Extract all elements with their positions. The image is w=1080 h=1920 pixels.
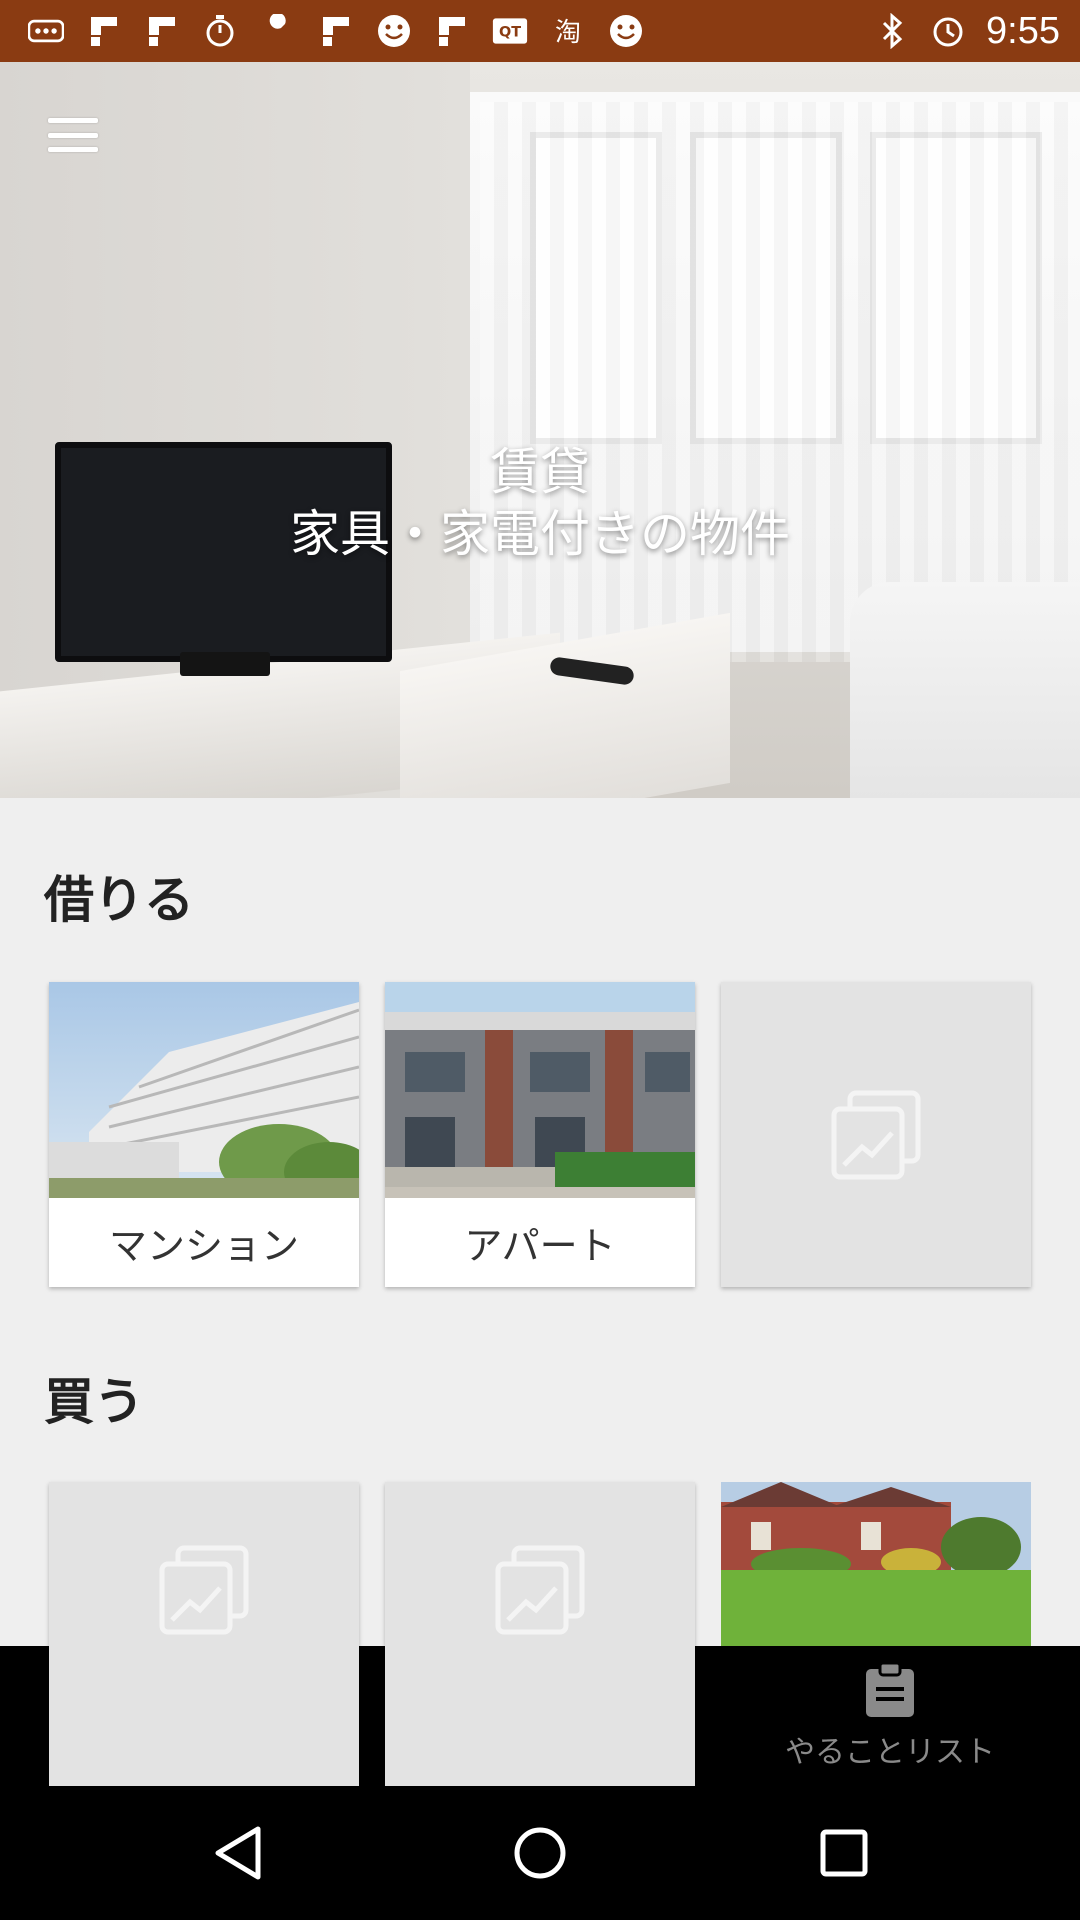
hero-title-line2: 家具・家電付きの物件 [290, 505, 790, 563]
hero-photo-curtain [480, 102, 1080, 662]
apartment-building-photo [49, 982, 359, 1202]
taobao-icon: 淘 [550, 13, 586, 49]
house-lawn-photo [721, 1482, 1031, 1646]
status-bar: QT 淘 9:55 [0, 0, 1080, 62]
recents-square-icon [820, 1829, 868, 1877]
hero-carousel[interactable]: 賃貸 家具・家電付きの物件 [0, 62, 1080, 798]
placeholder-image-icon [495, 1545, 585, 1635]
buy-card-house[interactable] [721, 1482, 1031, 1646]
flipboard-icon [86, 13, 122, 49]
qt-icon: QT [492, 13, 528, 49]
wrench-icon [260, 13, 296, 49]
rent-card-mansion[interactable]: マンション [49, 982, 359, 1287]
rent-card-apartment-label: アパート [464, 1224, 616, 1268]
alarm-icon [930, 13, 966, 49]
system-nav-bar [0, 1786, 1080, 1920]
tab-todo-list-label: やることリスト [785, 1735, 995, 1770]
buy-card-placeholder[interactable] [385, 1482, 695, 1787]
home-circle-icon [514, 1827, 566, 1879]
svg-text:淘: 淘 [555, 18, 581, 48]
flipboard-icon [434, 13, 470, 49]
clipboard-icon [866, 1661, 914, 1717]
smiley-icon [608, 13, 644, 49]
rent-card-placeholder[interactable] [721, 982, 1031, 1287]
placeholder-image-icon [159, 1545, 249, 1635]
rent-card-apartment[interactable]: アパート [385, 982, 695, 1287]
hero-photo-sofa [850, 582, 1080, 798]
notification-icons: QT 淘 [0, 13, 644, 49]
townhouse-photo [385, 982, 695, 1198]
placeholder-image-icon [831, 1090, 921, 1179]
more-dots-icon [28, 13, 64, 49]
system-status: 9:55 [874, 0, 1060, 62]
flipboard-icon [144, 13, 180, 49]
smiley-icon [376, 13, 412, 49]
status-time: 9:55 [986, 9, 1060, 52]
buy-card-placeholder[interactable] [49, 1482, 359, 1787]
stopwatch-icon [202, 13, 238, 49]
back-button[interactable] [168, 1786, 308, 1920]
buy-section-title: 買う [44, 1373, 144, 1431]
hero-photo-tv-stand [180, 652, 270, 676]
menu-icon[interactable] [48, 118, 98, 152]
back-triangle-icon [215, 1826, 261, 1880]
flipboard-icon [318, 13, 354, 49]
recents-button[interactable] [774, 1786, 914, 1920]
rent-section-title: 借りる [44, 871, 194, 929]
rent-card-mansion-label: マンション [108, 1224, 299, 1268]
tab-todo-list[interactable]: やることリスト [700, 1646, 1080, 1786]
bluetooth-icon [874, 13, 910, 49]
svg-text:QT: QT [499, 24, 521, 40]
home-button[interactable] [470, 1786, 610, 1920]
